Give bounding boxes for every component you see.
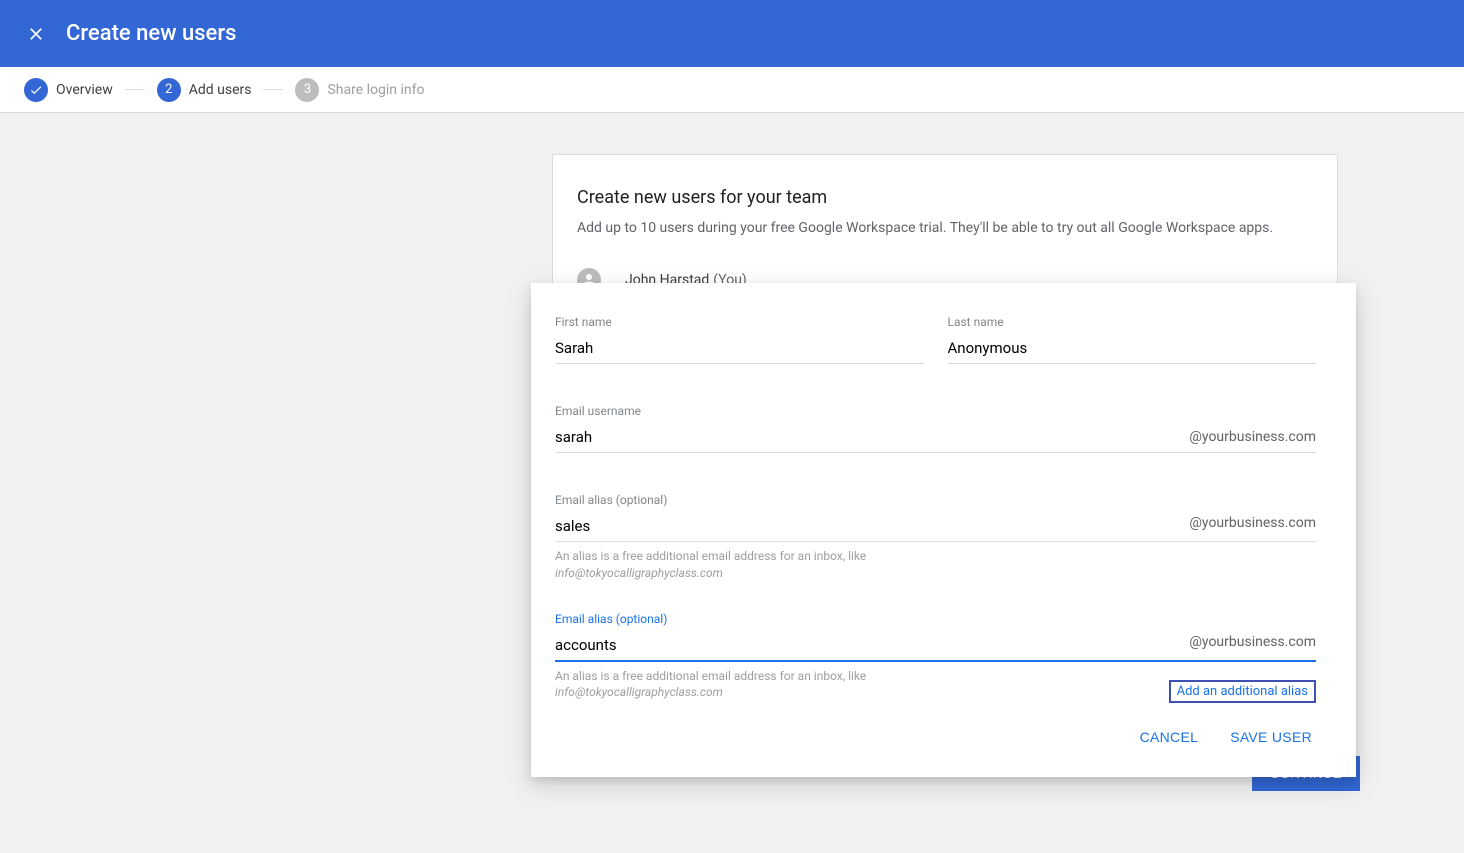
domain-suffix: @yourbusiness.com bbox=[1189, 429, 1316, 445]
first-name-input[interactable] bbox=[555, 335, 924, 364]
step-share-login[interactable]: 3 Share login info bbox=[295, 78, 424, 102]
alias-2-wrapper: Email alias (optional) @yourbusiness.com… bbox=[555, 612, 1316, 702]
stepper: Overview 2 Add users 3 Share login info bbox=[0, 67, 1464, 113]
first-name-label: First name bbox=[555, 315, 924, 329]
last-name-field-wrapper: Last name bbox=[948, 315, 1317, 364]
first-name-field-wrapper: First name bbox=[555, 315, 924, 364]
cancel-button[interactable]: CANCEL bbox=[1136, 721, 1203, 753]
add-user-form: First name Last name Email username @you… bbox=[531, 283, 1356, 777]
save-user-button[interactable]: SAVE USER bbox=[1226, 721, 1316, 753]
header-bar: Create new users bbox=[0, 0, 1464, 67]
step-label: Share login info bbox=[327, 82, 424, 98]
domain-suffix: @yourbusiness.com bbox=[1189, 515, 1316, 531]
email-username-label: Email username bbox=[555, 404, 1316, 418]
card-subtitle: Add up to 10 users during your free Goog… bbox=[577, 220, 1313, 236]
last-name-label: Last name bbox=[948, 315, 1317, 329]
alias-2-label: Email alias (optional) bbox=[555, 612, 1316, 626]
close-icon bbox=[26, 24, 46, 44]
add-additional-alias-link[interactable]: Add an additional alias bbox=[1169, 680, 1316, 703]
step-divider bbox=[263, 89, 283, 90]
step-add-users[interactable]: 2 Add users bbox=[157, 78, 252, 102]
alias-1-label: Email alias (optional) bbox=[555, 493, 1316, 507]
step-overview[interactable]: Overview bbox=[24, 78, 113, 102]
form-actions: CANCEL SAVE USER bbox=[555, 721, 1316, 753]
check-icon bbox=[24, 78, 48, 102]
alias-helper-text: An alias is a free additional email addr… bbox=[555, 548, 1316, 582]
page-title: Create new users bbox=[66, 21, 236, 46]
step-number-icon: 2 bbox=[157, 78, 181, 102]
last-name-input[interactable] bbox=[948, 335, 1317, 364]
alias-1-wrapper: Email alias (optional) @yourbusiness.com… bbox=[555, 493, 1316, 582]
step-label: Overview bbox=[56, 82, 113, 98]
close-button[interactable] bbox=[24, 22, 48, 46]
card-title: Create new users for your team bbox=[577, 187, 1313, 208]
step-label: Add users bbox=[189, 82, 252, 98]
step-divider bbox=[125, 89, 145, 90]
email-username-wrapper: Email username @yourbusiness.com bbox=[555, 404, 1316, 453]
domain-suffix: @yourbusiness.com bbox=[1189, 634, 1316, 650]
step-number-icon: 3 bbox=[295, 78, 319, 102]
